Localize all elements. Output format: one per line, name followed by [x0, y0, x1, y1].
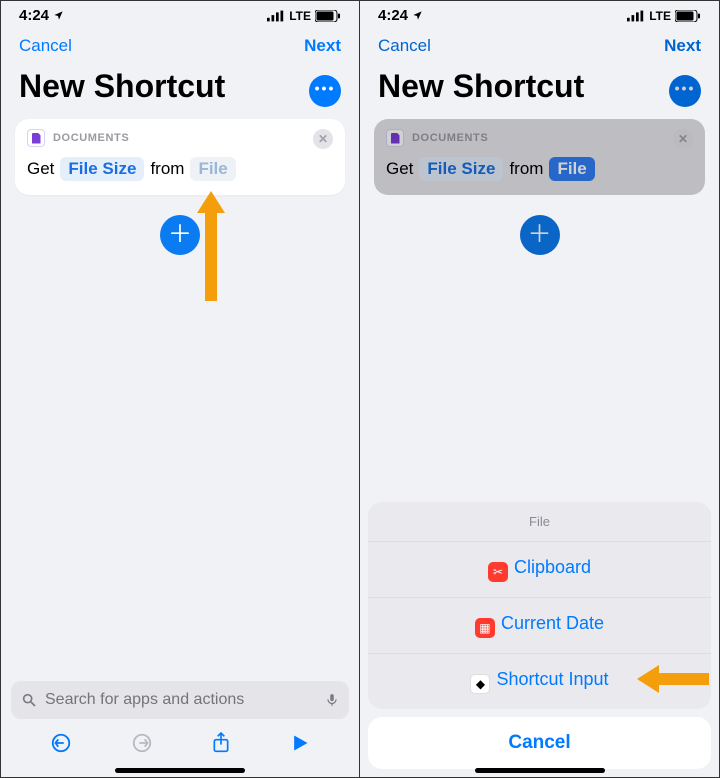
status-time: 4:24 — [19, 7, 49, 24]
action-category: DOCUMENTS — [412, 132, 488, 144]
sheet-cancel-button[interactable]: Cancel — [368, 717, 711, 769]
battery-icon — [675, 10, 701, 22]
add-action-button[interactable]: ＋ — [160, 215, 200, 255]
search-bar[interactable] — [11, 681, 349, 719]
mic-icon[interactable] — [325, 691, 339, 709]
sheet-title: File — [368, 502, 711, 541]
source-token[interactable]: File — [190, 157, 235, 181]
home-indicator — [475, 768, 605, 773]
sheet-item-label: Clipboard — [514, 557, 591, 577]
bottom-toolbar — [1, 723, 359, 763]
home-indicator — [115, 768, 245, 773]
cancel-button[interactable]: Cancel — [19, 36, 72, 56]
run-button[interactable] — [290, 733, 310, 753]
battery-icon — [315, 10, 341, 22]
location-icon — [412, 10, 423, 21]
next-button[interactable]: Next — [664, 36, 701, 56]
share-button[interactable] — [211, 731, 231, 755]
undo-button[interactable] — [50, 732, 72, 754]
source-token-selected[interactable]: File — [549, 157, 594, 181]
cancel-button[interactable]: Cancel — [378, 36, 431, 56]
search-input[interactable] — [45, 691, 317, 709]
documents-app-icon — [27, 129, 45, 147]
status-bar: 4:24 LTE — [1, 1, 359, 26]
signal-icon — [627, 10, 645, 22]
action-word-from: from — [150, 159, 184, 179]
signal-icon — [267, 10, 285, 22]
sheet-item-label: Shortcut Input — [496, 669, 608, 689]
page-title: New Shortcut — [360, 62, 602, 119]
search-icon — [21, 692, 37, 708]
action-sheet: File ✂ Clipboard ▦ Current Date ◆ Shortcut … — [368, 502, 711, 769]
sheet-item-shortcut-input[interactable]: ◆ Shortcut Input — [368, 653, 711, 709]
plus-icon: ＋ — [168, 223, 192, 247]
status-bar: 4:24 LTE — [360, 1, 719, 26]
page-title: New Shortcut — [1, 62, 243, 119]
remove-action-button[interactable]: ✕ — [673, 129, 693, 149]
action-word-from: from — [509, 159, 543, 179]
more-button[interactable]: ••• — [669, 75, 701, 107]
sheet-item-clipboard[interactable]: ✂ Clipboard — [368, 541, 711, 597]
sheet-item-label: Current Date — [501, 613, 604, 633]
plus-icon: ＋ — [528, 223, 552, 247]
sheet-item-current-date[interactable]: ▦ Current Date — [368, 597, 711, 653]
remove-action-button[interactable]: ✕ — [313, 129, 333, 149]
nav-bar: Cancel Next — [1, 26, 359, 62]
redo-button[interactable] — [131, 732, 153, 754]
action-word-get: Get — [386, 159, 413, 179]
documents-app-icon — [386, 129, 404, 147]
annotation-arrow-up — [197, 191, 225, 301]
more-button[interactable]: ••• — [309, 75, 341, 107]
status-time: 4:24 — [378, 7, 408, 24]
calendar-icon: ▦ — [475, 618, 495, 638]
action-category: DOCUMENTS — [53, 132, 129, 144]
next-button[interactable]: Next — [304, 36, 341, 56]
action-card: DOCUMENTS ✕ Get File Size from File — [374, 119, 705, 195]
layers-icon: ◆ — [470, 674, 490, 694]
ellipsis-icon: ••• — [675, 81, 696, 95]
action-card: DOCUMENTS ✕ Get File Size from File — [15, 119, 345, 195]
status-carrier: LTE — [649, 9, 671, 23]
add-action-button[interactable]: ＋ — [520, 215, 560, 255]
ellipsis-icon: ••• — [315, 81, 336, 95]
action-word-get: Get — [27, 159, 54, 179]
nav-bar: Cancel Next — [360, 26, 719, 62]
location-icon — [53, 10, 64, 21]
status-carrier: LTE — [289, 9, 311, 23]
attribute-token[interactable]: File Size — [60, 157, 144, 181]
scissors-icon: ✂ — [488, 562, 508, 582]
attribute-token[interactable]: File Size — [419, 157, 503, 181]
